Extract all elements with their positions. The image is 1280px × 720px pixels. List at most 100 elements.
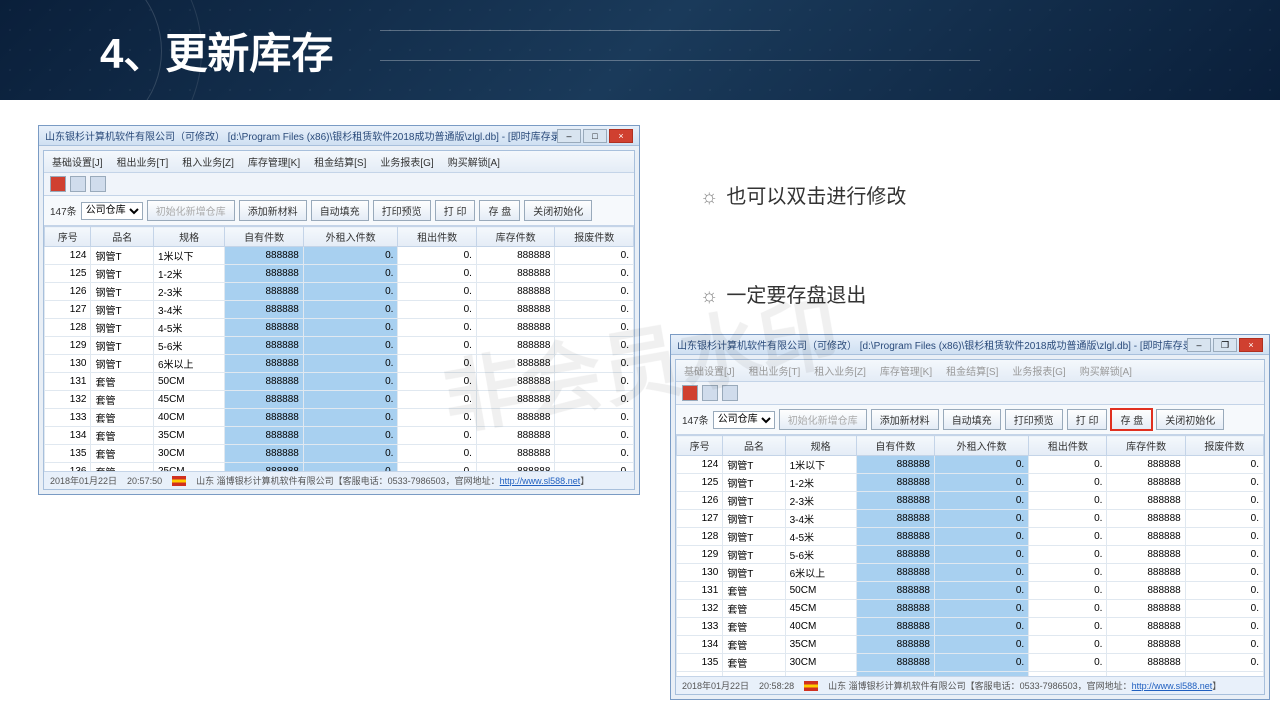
column-header[interactable]: 品名 [91, 227, 153, 247]
menu-item[interactable]: 租出业务[T] [749, 363, 801, 378]
table-row[interactable]: 125钢管T1-2米8888880.0.8888880. [45, 265, 634, 283]
table-row[interactable]: 124钢管T1米以下8888880.0.8888880. [677, 456, 1264, 474]
table-row[interactable]: 126钢管T2-3米8888880.0.8888880. [45, 283, 634, 301]
close-init-button[interactable]: 关闭初始化 [524, 200, 592, 221]
maximize-button[interactable]: □ [583, 129, 607, 143]
column-header[interactable]: 外租入件数 [303, 227, 398, 247]
column-header[interactable]: 租出件数 [398, 227, 477, 247]
init-warehouse-button[interactable]: 初始化新增仓库 [147, 200, 235, 221]
titlebar[interactable]: 山东银杉计算机软件有限公司（可修改） [d:\Program Files (x8… [39, 126, 639, 146]
print-preview-button[interactable]: 打印预览 [1005, 409, 1063, 430]
menu-item[interactable]: 租入业务[Z] [814, 363, 866, 378]
autofill-button[interactable]: 自动填充 [943, 409, 1001, 430]
flag-icon [804, 681, 818, 691]
print-button[interactable]: 打 印 [435, 200, 476, 221]
table-row[interactable]: 131套管50CM8888880.0.8888880. [45, 373, 634, 391]
warehouse-select[interactable]: 公司仓库 [713, 411, 775, 429]
table-row[interactable]: 129钢管T5-6米8888880.0.8888880. [677, 546, 1264, 564]
minimize-button[interactable]: – [1187, 338, 1211, 352]
add-material-button[interactable]: 添加新材料 [239, 200, 307, 221]
column-header[interactable]: 自有件数 [856, 436, 934, 456]
table-row[interactable]: 136套管25CM8888880.0.8888880. [45, 463, 634, 472]
table-row[interactable]: 124钢管T1米以下8888880.0.8888880. [45, 247, 634, 265]
autofill-button[interactable]: 自动填充 [311, 200, 369, 221]
table-row[interactable]: 128钢管T4-5米8888880.0.8888880. [677, 528, 1264, 546]
exit-icon[interactable] [90, 176, 106, 192]
menu-item[interactable]: 租金结算[S] [314, 154, 366, 169]
table-row[interactable]: 130钢管T6米以上8888880.0.8888880. [677, 564, 1264, 582]
column-header[interactable]: 品名 [723, 436, 785, 456]
website-link[interactable]: http://www.sl588.net [1132, 681, 1213, 691]
column-header[interactable]: 报废件数 [1185, 436, 1263, 456]
table-row[interactable]: 127钢管T3-4米8888880.0.8888880. [45, 301, 634, 319]
close-button[interactable]: × [609, 129, 633, 143]
header-lines [380, 20, 1280, 80]
menu-item[interactable]: 基础设置[J] [52, 154, 103, 169]
save-button[interactable]: 存 盘 [479, 200, 520, 221]
table-row[interactable]: 126钢管T2-3米8888880.0.8888880. [677, 492, 1264, 510]
toolbar-icon[interactable] [702, 385, 718, 401]
app-window-2: 山东银杉计算机软件有限公司（可修改） [d:\Program Files (x8… [670, 334, 1270, 700]
close-init-button[interactable]: 关闭初始化 [1156, 409, 1224, 430]
menu-item[interactable]: 业务报表[G] [1012, 363, 1065, 378]
toolbar-icon[interactable] [70, 176, 86, 192]
column-header[interactable]: 外租入件数 [935, 436, 1029, 456]
init-warehouse-button[interactable]: 初始化新增仓库 [779, 409, 867, 430]
save-button[interactable]: 存 盘 [1111, 409, 1152, 430]
table-row[interactable]: 133套管40CM8888880.0.8888880. [45, 409, 634, 427]
toolbar-icon[interactable] [682, 385, 698, 401]
data-grid[interactable]: 序号品名规格自有件数外租入件数租出件数库存件数报废件数124钢管T1米以下888… [676, 435, 1264, 676]
table-row[interactable]: 135套管30CM8888880.0.8888880. [45, 445, 634, 463]
table-row[interactable]: 129钢管T5-6米8888880.0.8888880. [45, 337, 634, 355]
warehouse-select[interactable]: 公司仓库 [81, 202, 143, 220]
menu-item[interactable]: 租出业务[T] [117, 154, 169, 169]
table-row[interactable]: 127钢管T3-4米8888880.0.8888880. [677, 510, 1264, 528]
table-row[interactable]: 135套管30CM8888880.0.8888880. [677, 654, 1264, 672]
exit-icon[interactable] [722, 385, 738, 401]
status-company: 山东 淄博银杉计算机软件有限公司【客服电话：0533-7986503，官网地址：… [196, 474, 589, 487]
table-row[interactable]: 132套管45CM8888880.0.8888880. [45, 391, 634, 409]
print-preview-button[interactable]: 打印预览 [373, 200, 431, 221]
column-header[interactable]: 序号 [45, 227, 91, 247]
menubar: 基础设置[J] 租出业务[T] 租入业务[Z] 库存管理[K] 租金结算[S] 业务报表[… [44, 151, 634, 173]
statusbar: 2018年01月22日 20:57:50 山东 淄博银杉计算机软件有限公司【客服… [44, 471, 634, 489]
minimize-button[interactable]: – [557, 129, 581, 143]
menu-item[interactable]: 租入业务[Z] [182, 154, 234, 169]
column-header[interactable]: 规格 [153, 227, 224, 247]
table-row[interactable]: 133套管40CM8888880.0.8888880. [677, 618, 1264, 636]
column-header[interactable]: 报废件数 [555, 227, 634, 247]
table-row[interactable]: 125钢管T1-2米8888880.0.8888880. [677, 474, 1264, 492]
print-button[interactable]: 打 印 [1067, 409, 1108, 430]
column-header[interactable]: 自有件数 [225, 227, 304, 247]
toolbar-icon[interactable] [50, 176, 66, 192]
column-header[interactable]: 库存件数 [1107, 436, 1185, 456]
column-header[interactable]: 库存件数 [476, 227, 555, 247]
column-header[interactable]: 序号 [677, 436, 723, 456]
menu-item[interactable]: 库存管理[K] [248, 154, 300, 169]
restore-button[interactable]: ❐ [1213, 338, 1237, 352]
toolbar [44, 173, 634, 196]
table-row[interactable]: 134套管35CM8888880.0.8888880. [677, 636, 1264, 654]
menu-item[interactable]: 购买解锁[A] [448, 154, 500, 169]
data-grid[interactable]: 序号品名规格自有件数外租入件数租出件数库存件数报废件数124钢管T1米以下888… [44, 226, 634, 471]
menu-item[interactable]: 购买解锁[A] [1080, 363, 1132, 378]
status-date: 2018年01月22日 [50, 474, 117, 487]
website-link[interactable]: http://www.sl588.net [500, 476, 581, 486]
menu-item[interactable]: 业务报表[G] [380, 154, 433, 169]
table-row[interactable]: 134套管35CM8888880.0.8888880. [45, 427, 634, 445]
table-row[interactable]: 131套管50CM8888880.0.8888880. [677, 582, 1264, 600]
add-material-button[interactable]: 添加新材料 [871, 409, 939, 430]
menu-item[interactable]: 租金结算[S] [946, 363, 998, 378]
table-row[interactable]: 128钢管T4-5米8888880.0.8888880. [45, 319, 634, 337]
table-row[interactable]: 132套管45CM8888880.0.8888880. [677, 600, 1264, 618]
table-row[interactable]: 130钢管T6米以上8888880.0.8888880. [45, 355, 634, 373]
close-button[interactable]: × [1239, 338, 1263, 352]
titlebar[interactable]: 山东银杉计算机软件有限公司（可修改） [d:\Program Files (x8… [671, 335, 1269, 355]
column-header[interactable]: 规格 [785, 436, 856, 456]
menu-item[interactable]: 库存管理[K] [880, 363, 932, 378]
sun-icon: ☼ [700, 186, 718, 209]
window-title: 山东银杉计算机软件有限公司（可修改） [d:\Program Files (x8… [45, 128, 557, 143]
menu-item[interactable]: 基础设置[J] [684, 363, 735, 378]
column-header[interactable]: 租出件数 [1029, 436, 1107, 456]
control-row: 147条 公司仓库 初始化新增仓库 添加新材料 自动填充 打印预览 打 印 存 … [44, 196, 634, 226]
